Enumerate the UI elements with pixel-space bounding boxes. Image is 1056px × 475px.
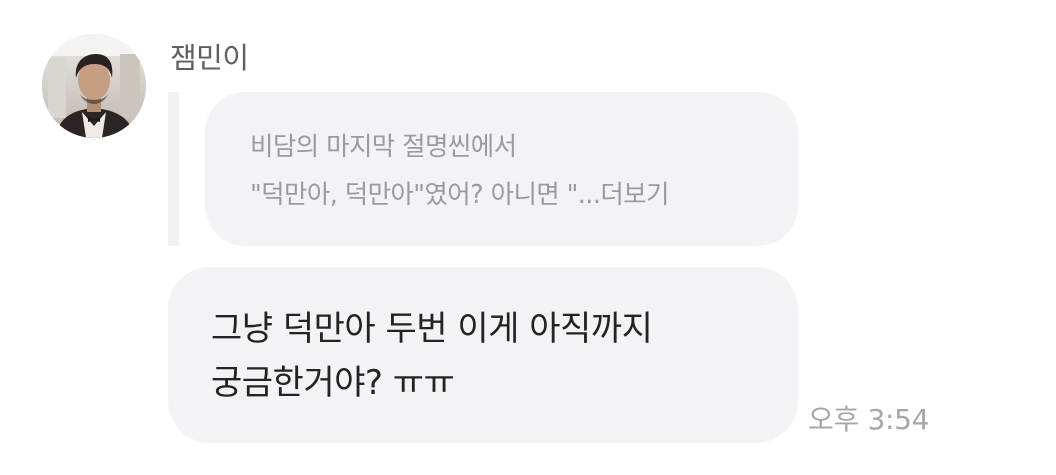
message-timestamp: 오후 3:54 bbox=[808, 403, 930, 436]
message-bubble[interactable]: 그냥 덕만아 두번 이게 아직까지 궁금한거야? ㅠㅠ bbox=[168, 267, 798, 443]
message-line: 그냥 덕만아 두번 이게 아직까지 bbox=[211, 309, 653, 349]
quoted-message-line: 비담의 마지막 절명씬에서 bbox=[250, 132, 517, 162]
quoted-message-text: "덕만아, 덕만아"였어? 아니면 "... bbox=[250, 180, 601, 210]
quoted-message-bubble[interactable]: 비담의 마지막 절명씬에서 "덕만아, 덕만아"였어? 아니면 "...더보기 bbox=[205, 92, 798, 246]
quoted-message-line: "덕만아, 덕만아"였어? 아니면 "...더보기 bbox=[250, 171, 778, 219]
sender-avatar[interactable] bbox=[42, 34, 146, 138]
sender-name: 잼민이 bbox=[170, 41, 249, 75]
avatar-photo-icon bbox=[42, 34, 146, 138]
more-link[interactable]: 더보기 bbox=[600, 180, 669, 210]
reply-indicator-bar bbox=[168, 92, 179, 246]
message-line: 궁금한거야? ㅠㅠ bbox=[211, 363, 455, 403]
